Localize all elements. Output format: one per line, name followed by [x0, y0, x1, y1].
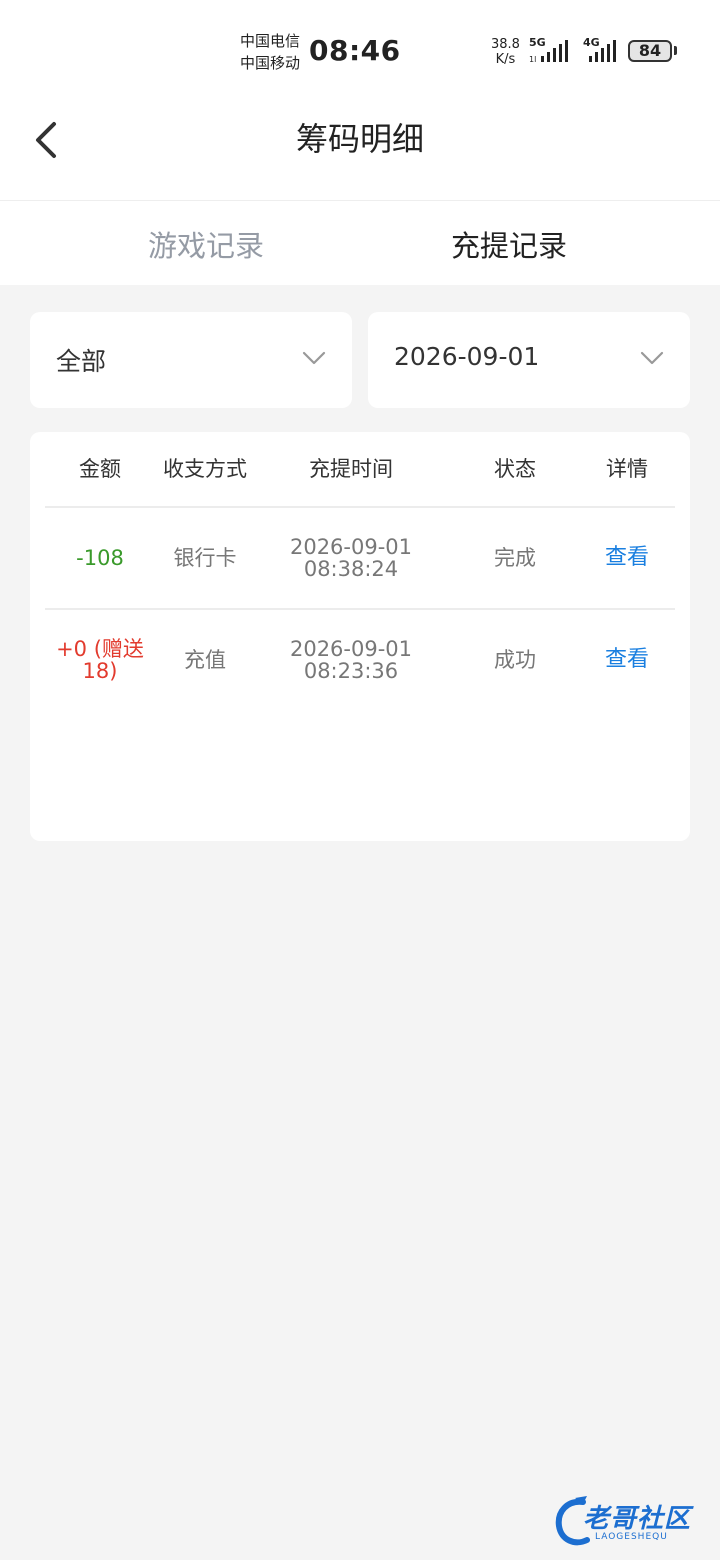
svg-text:1l: 1l [529, 55, 536, 64]
row-amount: +0 (赠送18) [56, 637, 144, 683]
battery-tip [674, 46, 677, 55]
tab-bar: 游戏记录 充提记录 [0, 201, 720, 285]
status-clock: 08:46 [309, 34, 401, 67]
status-bar: 中国电信 中国移动 08:46 38.8 K/s 5G 1l 4G 84 [0, 0, 720, 100]
header-details: 详情 [606, 457, 648, 481]
carrier-1: 中国电信 [240, 32, 301, 50]
network-speed: 38.8 K/s [491, 37, 520, 67]
view-details-link[interactable]: 查看 [575, 610, 679, 710]
chevron-down-icon [302, 351, 326, 365]
row-method: 银行卡 [173, 546, 237, 570]
app-header: 筹码明细 [0, 100, 720, 201]
type-filter-dropdown[interactable]: 全部 [30, 312, 352, 408]
carrier-2: 中国移动 [240, 54, 301, 72]
watermark-subtext: LAOGESHEQU [595, 1532, 668, 1542]
row-status: 成功 [494, 648, 536, 672]
view-details-link[interactable]: 查看 [575, 508, 679, 608]
table-header: 金额 收支方式 充提时间 状态 详情 [45, 432, 675, 508]
row-time: 2026-09-01 08:23:36 [255, 610, 447, 710]
row-date: 2026-09-01 [289, 535, 413, 559]
date-filter-value: 2026-09-01 [394, 342, 540, 371]
chevron-down-icon [640, 351, 664, 365]
watermark-logo: 老哥社区 LAOGESHEQU [553, 1492, 713, 1552]
row-amount: -108 [76, 546, 124, 570]
row-clock: 08:38:24 [303, 557, 399, 581]
network-speed-unit: K/s [495, 52, 516, 67]
carrier-labels: 中国电信 中国移动 [240, 30, 300, 74]
page-title: 筹码明细 [295, 120, 424, 158]
battery-icon: 84 [628, 40, 672, 62]
network-speed-value: 38.8 [491, 37, 520, 52]
header-time: 充提时间 [309, 457, 393, 481]
row-status: 完成 [494, 546, 536, 570]
row-date: 2026-09-01 [289, 637, 413, 661]
table-row: +0 (赠送18) 充值 2026-09-01 08:23:36 成功 查看 [45, 610, 675, 710]
header-status: 状态 [494, 457, 536, 481]
type-filter-value: 全部 [56, 347, 107, 376]
date-filter-dropdown[interactable]: 2026-09-01 [368, 312, 690, 408]
tab-deposit-withdraw-records[interactable]: 充提记录 [360, 223, 720, 265]
row-time: 2026-09-01 08:38:24 [255, 508, 447, 608]
header-amount: 金额 [79, 457, 121, 481]
table-row: -108 银行卡 2026-09-01 08:38:24 完成 查看 [45, 508, 675, 610]
tab-game-records[interactable]: 游戏记录 [30, 223, 390, 265]
records-table: 金额 收支方式 充提时间 状态 详情 -108 银行卡 2026-09-01 0… [30, 432, 690, 841]
watermark-text: 老哥社区 [583, 1504, 692, 1534]
header-method: 收支方式 [163, 457, 247, 481]
row-method: 充值 [184, 648, 226, 672]
row-clock: 08:23:36 [303, 659, 399, 683]
